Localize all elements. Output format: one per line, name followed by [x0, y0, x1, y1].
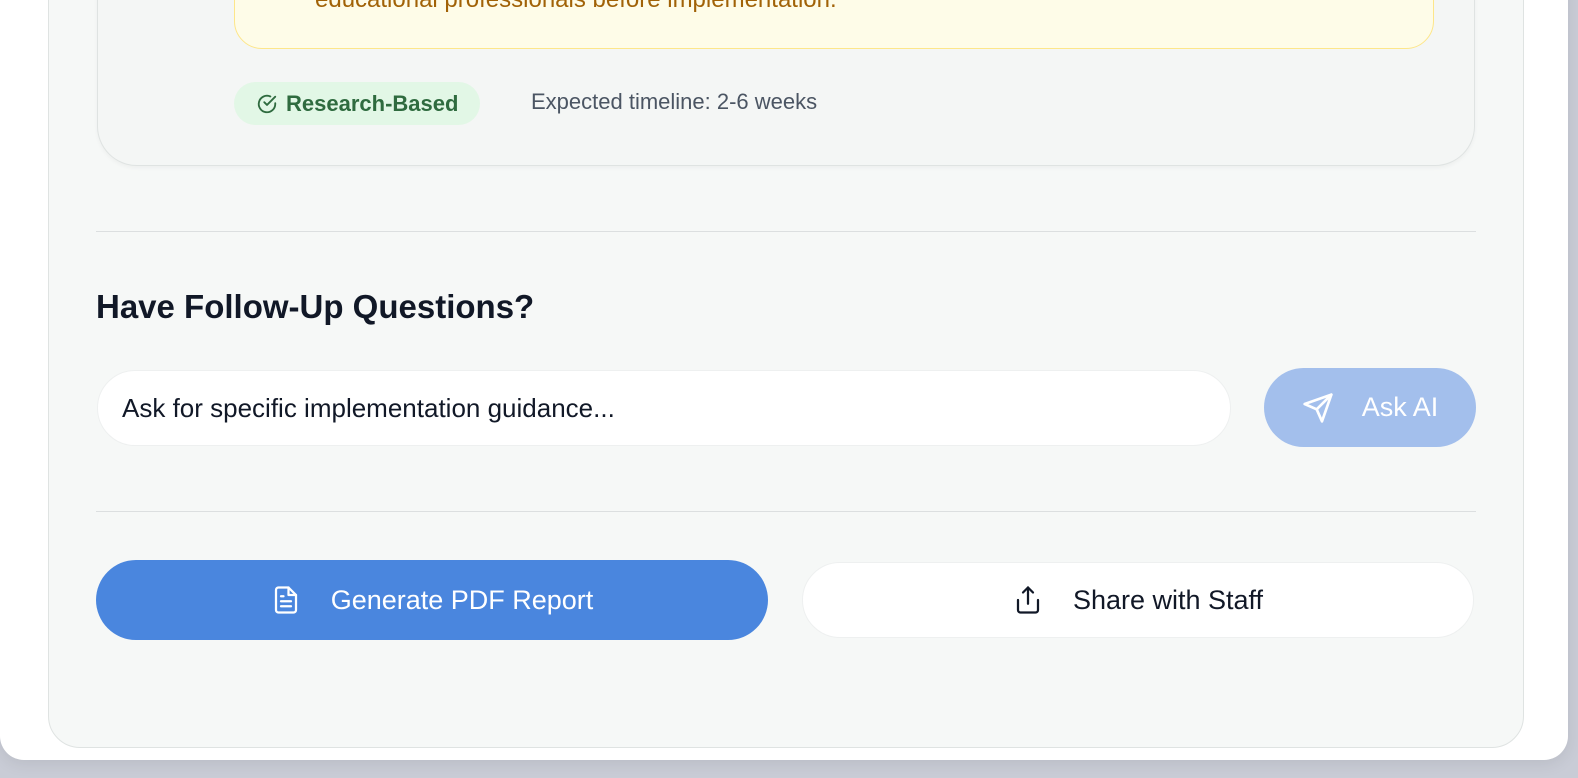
expected-timeline: Expected timeline: 2-6 weeks	[531, 89, 818, 114]
research-based-badge: Research-Based	[234, 82, 481, 125]
ask-ai-button[interactable]: Ask AI	[1264, 368, 1476, 447]
followup-title: Have Follow-Up Questions?	[96, 288, 535, 325]
warning-note: educational professionals before impleme…	[234, 0, 1434, 49]
pdf-button-label: Generate PDF Report	[330, 584, 594, 615]
generate-pdf-report-button[interactable]: Generate PDF Report	[96, 560, 768, 640]
share-with-staff-button[interactable]: Share with Staff	[802, 562, 1474, 638]
send-icon	[1303, 392, 1333, 423]
badge-label: Research-Based	[286, 90, 459, 116]
warning-text: educational professionals before impleme…	[315, 0, 837, 14]
check-circle-icon	[257, 94, 277, 113]
section-divider	[96, 511, 1476, 512]
share-upload-icon	[1016, 586, 1040, 614]
section-divider	[96, 231, 1476, 232]
ask-ai-label: Ask AI	[1361, 392, 1439, 422]
share-button-label: Share with Staff	[1072, 584, 1264, 615]
document-icon	[274, 586, 297, 614]
followup-question-input[interactable]	[97, 370, 1231, 446]
